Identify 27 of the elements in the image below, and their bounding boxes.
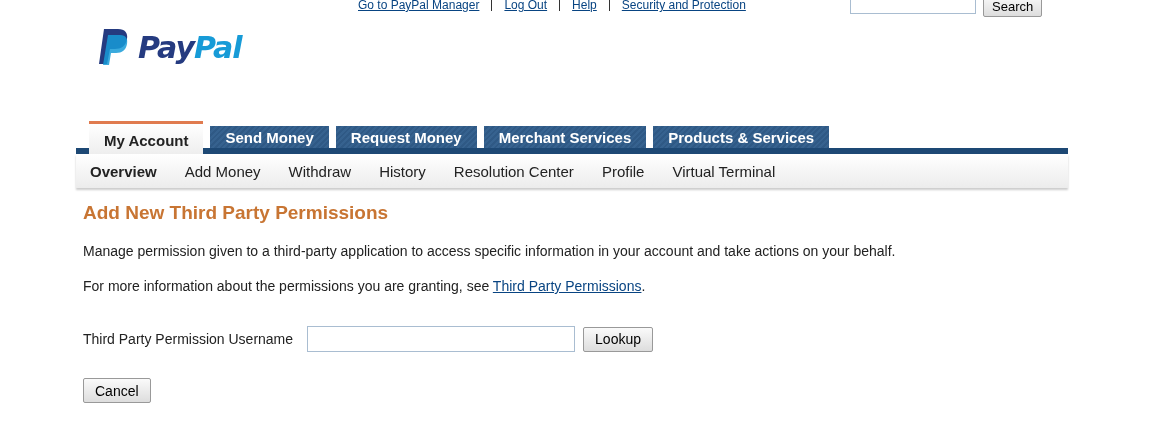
subnav-link[interactable]: Add Money (184, 162, 261, 180)
username-field[interactable] (307, 326, 576, 352)
search-button[interactable]: Search (983, 0, 1043, 17)
nav-tab[interactable]: Products & Services (653, 126, 830, 148)
subnav-link[interactable]: Virtual Terminal (672, 162, 776, 180)
nav-tab[interactable]: Request Money (335, 126, 477, 148)
subnav-link[interactable]: Withdraw (288, 162, 352, 180)
page-heading: Add New Third Party Permissions (83, 202, 390, 224)
logo-text: PayPal (138, 29, 242, 65)
cancel-button[interactable]: Cancel (83, 378, 151, 403)
subnav-link[interactable]: Overview (90, 162, 157, 180)
top-link[interactable]: Help (572, 0, 597, 12)
logo-icon (96, 27, 130, 67)
top-link[interactable]: Log Out (504, 0, 548, 12)
nav-tab[interactable]: Send Money (210, 126, 329, 148)
info-text: For more information about the permissions you are granting, see Third Party Permissions. (83, 278, 647, 294)
search-field[interactable] (850, 0, 976, 14)
subnav-link[interactable]: Resolution Center (453, 162, 574, 180)
intro-text: Manage permission given to a third-party application to access specific information in your account and take actions on your behalf. (83, 243, 897, 259)
field-label: Third Party Permission Username (83, 331, 294, 347)
top-link[interactable]: Go to PayPal Manager (358, 0, 480, 12)
lookup-button[interactable]: Lookup (583, 326, 653, 352)
top-link[interactable]: Security and Protection (621, 0, 746, 12)
subnav-link[interactable]: Profile (601, 162, 645, 180)
subnav-link[interactable]: History (379, 162, 426, 180)
nav-tab[interactable]: My Account (89, 121, 204, 154)
nav-tab[interactable]: Merchant Services (483, 126, 647, 148)
